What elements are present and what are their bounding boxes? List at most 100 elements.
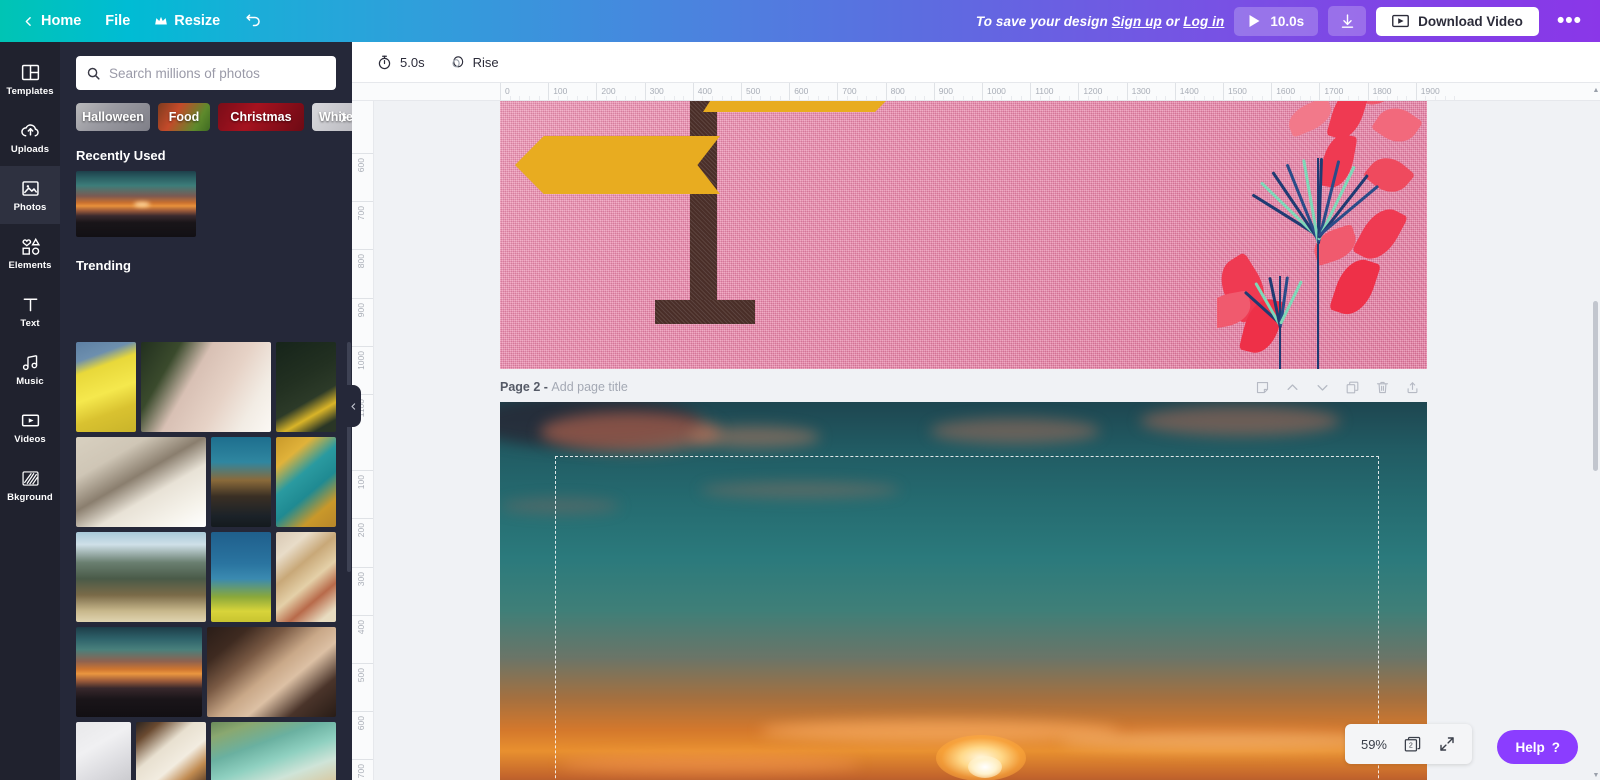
sidebar-item-templates[interactable]: Templates (0, 50, 60, 108)
sidebar-item-photos[interactable]: Photos (0, 166, 60, 224)
undo-button[interactable] (232, 6, 275, 37)
notes-icon-button[interactable] (1251, 376, 1273, 398)
search-input[interactable] (109, 65, 326, 81)
panel-collapse-handle[interactable] (345, 385, 361, 427)
animate-button[interactable]: Rise (439, 48, 509, 77)
ruler-minor-tick (1300, 96, 1302, 100)
photo-thumbnail[interactable] (211, 437, 271, 527)
signpost-base (655, 300, 755, 324)
ruler-minor-tick (847, 96, 849, 100)
play-icon (1249, 15, 1260, 27)
ruler-tick: 1300 (1126, 83, 1151, 100)
photo-thumbnail[interactable] (276, 342, 336, 432)
ruler-tick: 1700 (1319, 83, 1343, 100)
sidebar-item-text[interactable]: Text (0, 282, 60, 340)
download-video-button[interactable]: Download Video (1376, 6, 1539, 36)
canvas-vertical-scrollbar[interactable]: ▲ ▼ (1592, 87, 1600, 780)
more-options-button[interactable]: ••• (1549, 10, 1590, 32)
photo-thumbnail[interactable] (76, 532, 206, 622)
home-button[interactable]: Home (10, 7, 93, 35)
download-button[interactable] (1328, 6, 1367, 36)
music-icon (22, 354, 37, 370)
photo-thumbnail[interactable] (76, 627, 202, 717)
export-page-button[interactable] (1401, 376, 1423, 398)
canvas-page-1[interactable] (500, 101, 1427, 369)
chip-food[interactable]: Food (158, 103, 210, 131)
search-box[interactable] (76, 56, 336, 90)
canvas-scrollbar-thumb[interactable] (1593, 301, 1598, 471)
ruler-tick-label: 1200 (1083, 86, 1103, 96)
photo-thumbnail[interactable] (76, 437, 206, 527)
duplicate-page-button[interactable] (1341, 376, 1363, 398)
play-preview-button[interactable]: 10.0s (1234, 6, 1319, 36)
photo-thumbnail[interactable] (76, 722, 131, 780)
sidebar-item-elements[interactable]: Elements (0, 224, 60, 282)
ruler-tick-label: 400 (697, 86, 712, 96)
ruler-minor-tick (875, 96, 877, 100)
fullscreen-button[interactable] (1438, 735, 1456, 753)
photo-thumbnail[interactable] (211, 722, 336, 780)
move-page-down-button[interactable] (1311, 376, 1333, 398)
photo-grid-scroll[interactable] (60, 342, 352, 780)
chip-halloween[interactable]: Halloween (76, 103, 150, 131)
ruler-minor-tick (904, 96, 906, 100)
move-page-up-button[interactable] (1281, 376, 1303, 398)
file-menu-button[interactable]: File (93, 7, 142, 35)
page-title[interactable]: Page 2 - Add page title (500, 378, 628, 396)
photo-thumbnail[interactable] (276, 532, 336, 622)
ruler-minor-tick (779, 96, 781, 100)
zoom-level[interactable]: 59% (1361, 737, 1387, 752)
delete-page-button[interactable] (1371, 376, 1393, 398)
ruler-tick-label: 800 (890, 86, 905, 96)
chip-christmas[interactable]: Christmas (218, 103, 304, 131)
sidebar-item-music[interactable]: Music (0, 340, 60, 398)
ruler-minor-tick (586, 96, 588, 100)
cloud (700, 482, 900, 498)
page-manager-button[interactable]: 2 (1403, 735, 1422, 754)
photo-thumbnail[interactable] (136, 722, 206, 780)
ruler-minor-tick (991, 96, 993, 100)
help-button[interactable]: Help ? (1497, 730, 1578, 764)
canvas-horizontal-scrollbar[interactable] (374, 773, 1600, 780)
ruler-minor-tick (1059, 96, 1061, 100)
canvas-page-2[interactable] (500, 402, 1427, 780)
timer-icon (378, 55, 391, 69)
ruler-minor-tick (1097, 96, 1099, 100)
sidebar-item-videos[interactable]: Videos (0, 398, 60, 456)
ruler-minor-tick (827, 96, 829, 100)
foliage-graphic[interactable] (1217, 101, 1427, 369)
sidebar-item-uploads[interactable]: Uploads (0, 108, 60, 166)
ruler-minor-tick (1184, 96, 1186, 100)
page-duration-button[interactable]: 5.0s (366, 48, 435, 77)
signpost-graphic[interactable] (515, 101, 920, 368)
sidebar-item-bkground[interactable]: Bkground (0, 456, 60, 514)
help-question-mark: ? (1551, 739, 1560, 755)
vertical-ruler[interactable]: 600 700 800 900 1000 1100 100 200 300 400 500 600 70… (352, 101, 374, 780)
photo-thumbnail[interactable] (211, 532, 271, 622)
ruler-tick: 1900 (1415, 83, 1440, 100)
recent-photo-thumbnail[interactable] (76, 171, 196, 237)
horizontal-ruler[interactable]: 0 100 200 300 400 500 600 700 800 900 1000 1100 1200… (352, 83, 1600, 101)
templates-icon (21, 64, 39, 80)
cloud (500, 498, 620, 514)
chips-next-button[interactable] (332, 103, 352, 131)
photo-thumbnail[interactable] (207, 627, 336, 717)
signup-link[interactable]: Sign up (1112, 14, 1162, 29)
cloud (930, 418, 1100, 444)
canvas-scroll-area[interactable]: Page 2 - Add page title (374, 101, 1600, 780)
resize-button[interactable]: Resize (142, 7, 232, 35)
ruler-tick: 700 (352, 759, 373, 779)
ruler-tick-label: 100 (553, 86, 568, 96)
ruler-minor-tick (1425, 96, 1427, 100)
photo-thumbnail[interactable] (141, 342, 271, 432)
ruler-minor-tick (519, 96, 521, 100)
photo-thumbnail[interactable] (76, 342, 136, 432)
ruler-minor-tick (1435, 96, 1437, 100)
photo-thumbnail[interactable] (276, 437, 336, 527)
signpost-pole (690, 101, 717, 313)
scroll-up-arrow[interactable]: ▲ (1592, 85, 1600, 95)
panel-scrollbar-thumb[interactable] (347, 342, 351, 572)
cloud (1060, 732, 1390, 750)
ruler-minor-tick (702, 96, 704, 100)
login-link[interactable]: Log in (1183, 14, 1224, 29)
